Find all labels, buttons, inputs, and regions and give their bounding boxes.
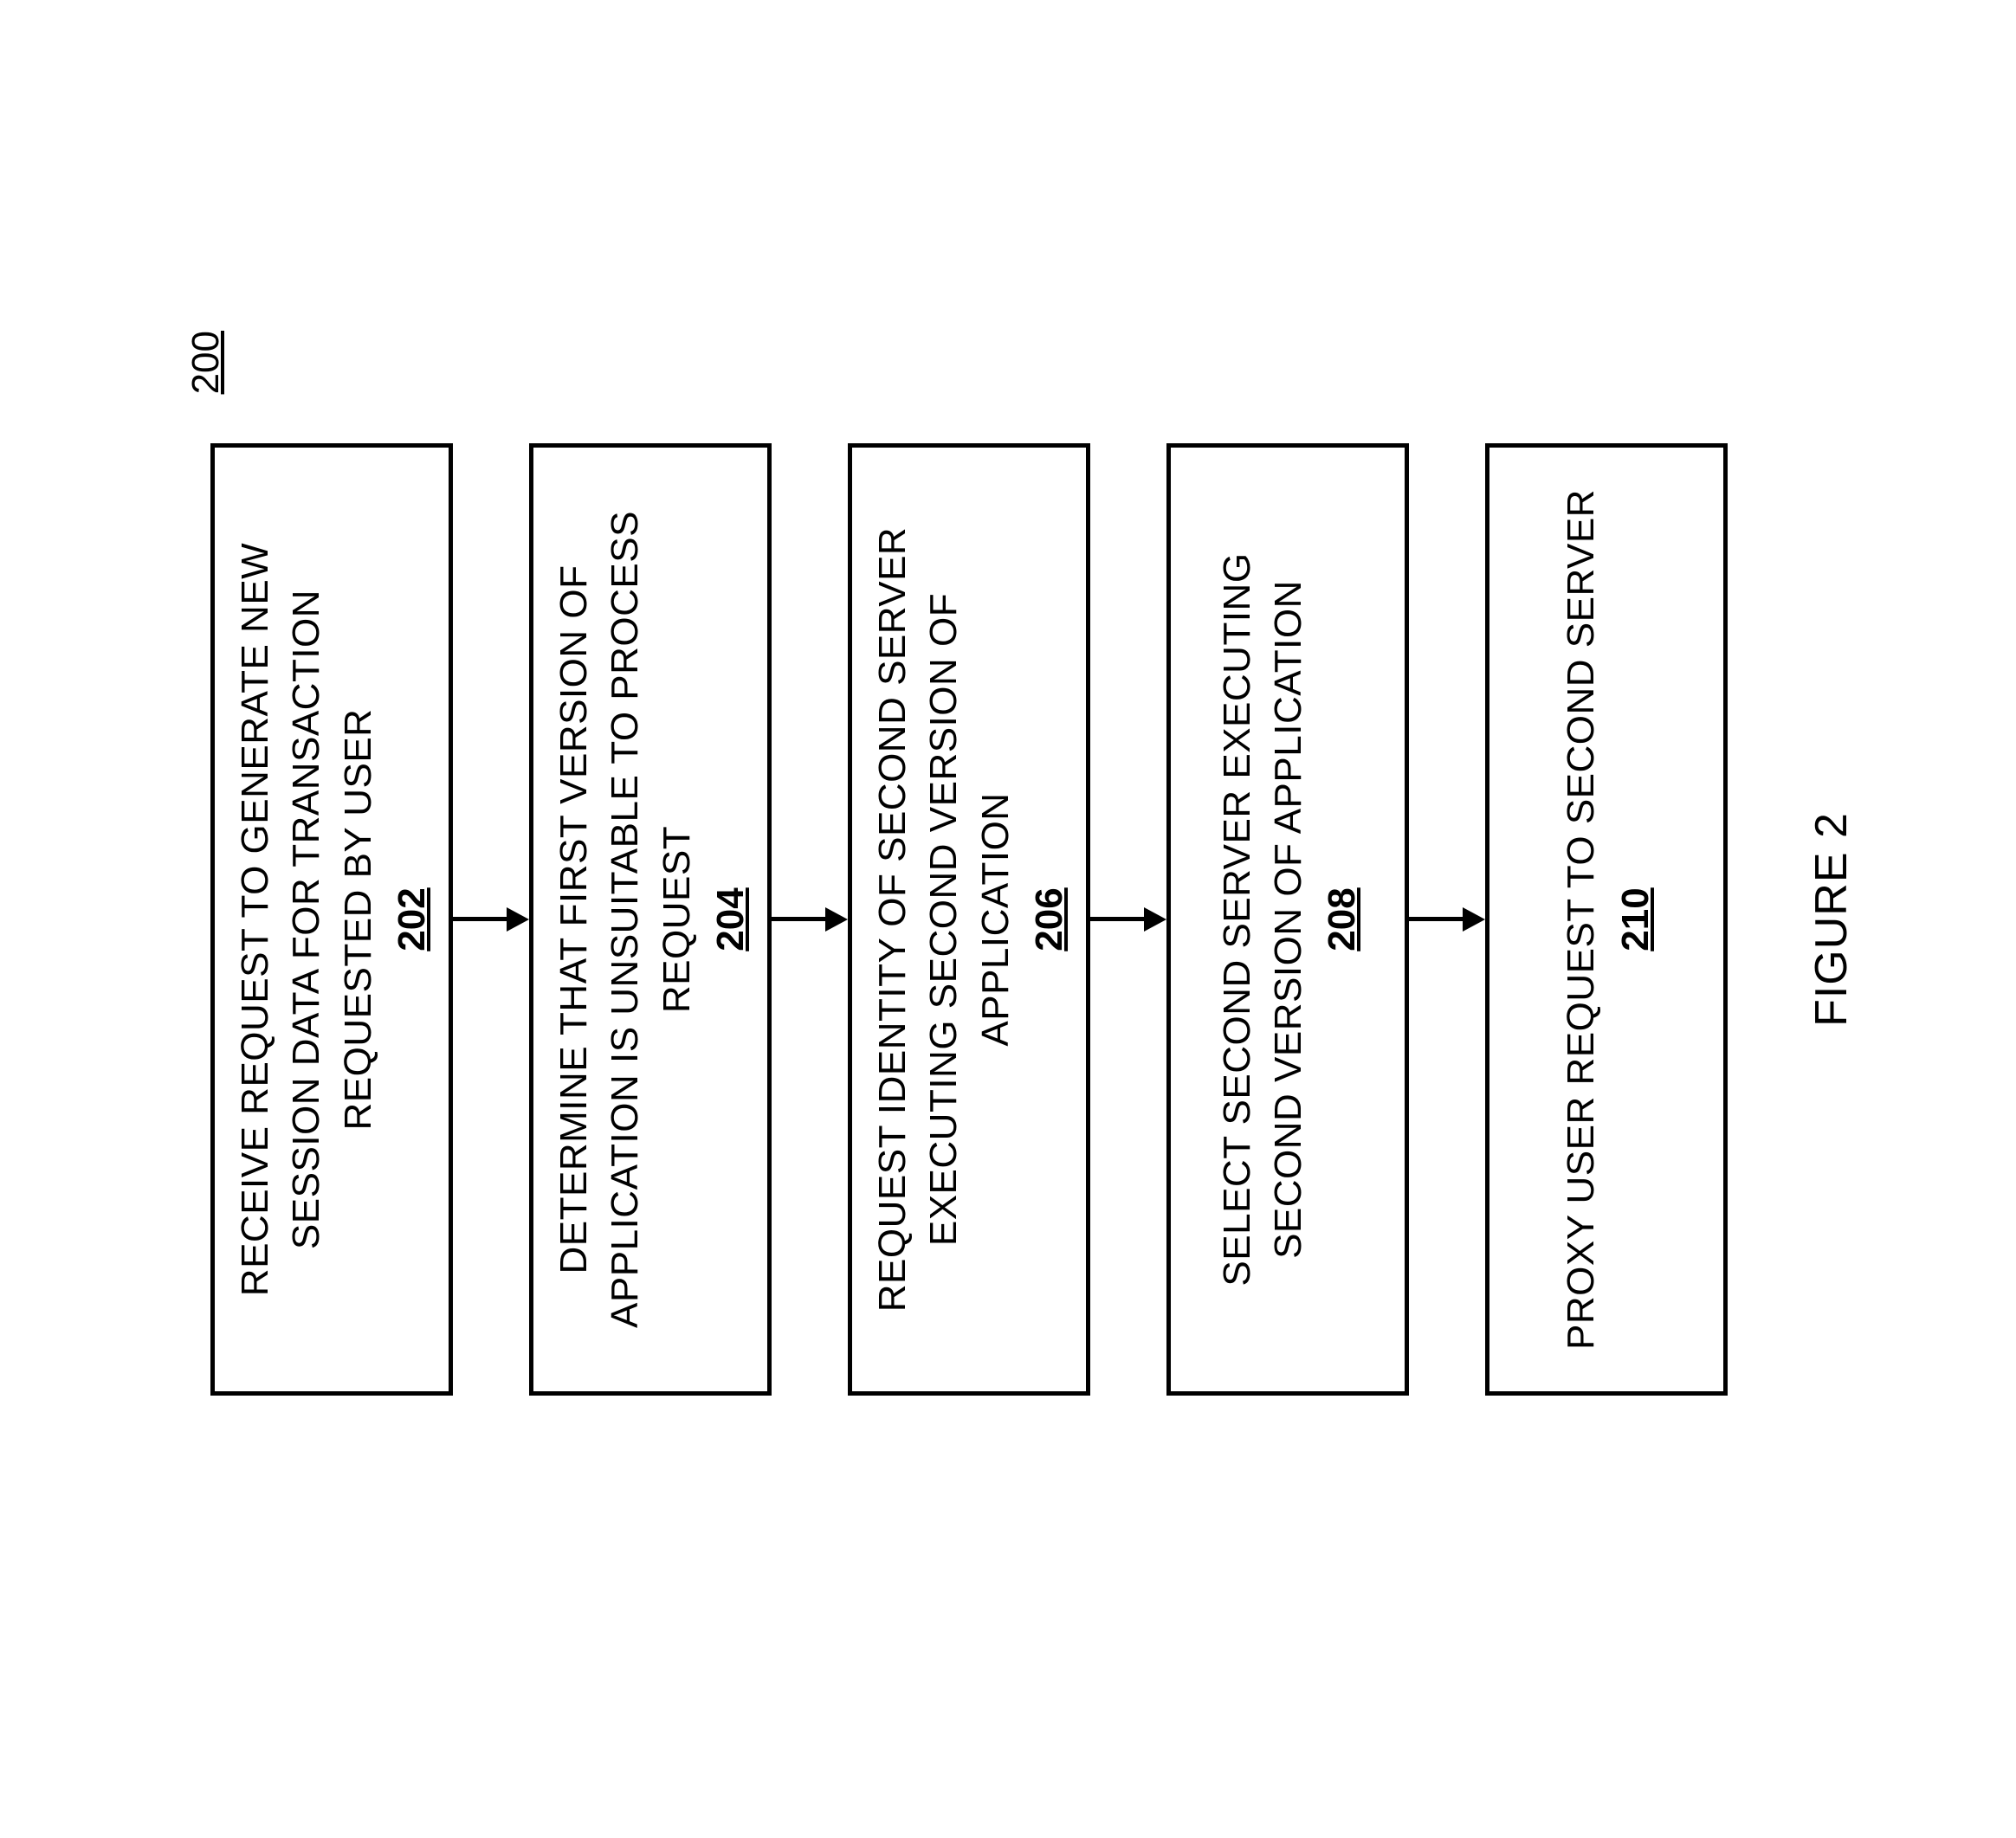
step-ref: 206 — [1028, 887, 1071, 951]
figure-label: FIGURE 2 — [1806, 812, 1858, 1027]
arrow-connector — [772, 907, 848, 932]
arrow-connector — [1409, 907, 1485, 932]
arrow-head-icon — [825, 907, 848, 932]
arrow-head-icon — [507, 907, 529, 932]
arrow-line — [1409, 917, 1463, 921]
step-text: SELECT SECOND SERVER EXECUTING SECOND VE… — [1212, 482, 1315, 1357]
diagram-reference-number: 200 — [184, 331, 228, 394]
rotated-diagram-container: 200 RECEIVE REQUEST TO GENERATE NEW SESS… — [158, 97, 1858, 1742]
step-ref: 202 — [391, 887, 434, 951]
arrow-head-icon — [1463, 907, 1485, 932]
arrow-line — [453, 917, 507, 921]
arrow-head-icon — [1144, 907, 1166, 932]
arrow-line — [1090, 917, 1144, 921]
step-box-2: DETERMINE THAT FIRST VERSION OF APPLICAT… — [529, 443, 772, 1396]
flowchart: 200 RECEIVE REQUEST TO GENERATE NEW SESS… — [210, 443, 1728, 1396]
step-box-3: REQUEST IDENTITY OF SECOND SERVER EXECUT… — [848, 443, 1090, 1396]
step-text: PROXY USER REQUEST TO SECOND SERVER — [1555, 489, 1606, 1350]
arrow-connector — [453, 907, 529, 932]
step-ref: 208 — [1321, 887, 1364, 951]
step-text: DETERMINE THAT FIRST VERSION OF APPLICAT… — [548, 482, 702, 1357]
step-box-1: RECEIVE REQUEST TO GENERATE NEW SESSION … — [210, 443, 453, 1396]
step-text: RECEIVE REQUEST TO GENERATE NEW SESSION … — [229, 482, 384, 1357]
arrow-line — [772, 917, 825, 921]
arrow-connector — [1090, 907, 1166, 932]
step-ref: 204 — [709, 887, 753, 951]
step-box-4: SELECT SECOND SERVER EXECUTING SECOND VE… — [1166, 443, 1409, 1396]
step-box-5: PROXY USER REQUEST TO SECOND SERVER 210 — [1485, 443, 1728, 1396]
step-text: REQUEST IDENTITY OF SECOND SERVER EXECUT… — [867, 482, 1021, 1357]
step-ref: 210 — [1614, 887, 1657, 951]
